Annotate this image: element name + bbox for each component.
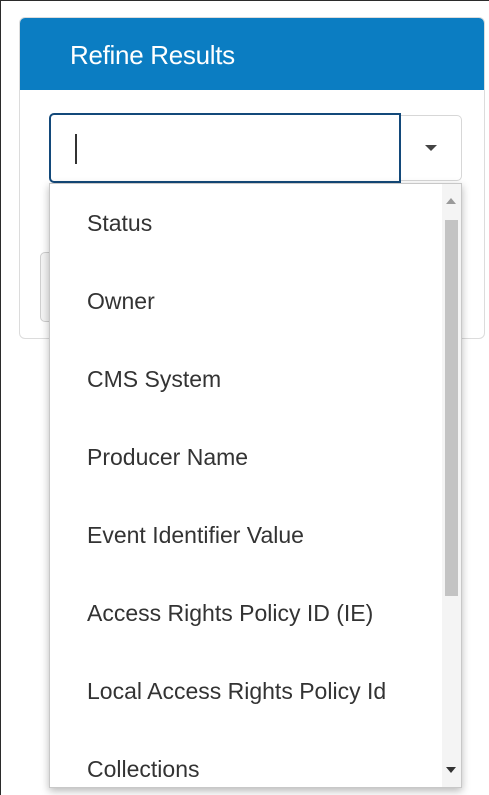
- option-status[interactable]: Status: [50, 184, 443, 262]
- option-event-identifier-value[interactable]: Event Identifier Value: [50, 496, 443, 574]
- dropdown-options-list: Status Owner CMS System Producer Name Ev…: [50, 184, 443, 787]
- scroll-up-arrow-icon[interactable]: [446, 198, 456, 204]
- scroll-down-arrow-icon[interactable]: [446, 767, 456, 773]
- dropdown-toggle-button[interactable]: [401, 115, 462, 181]
- refine-field-combobox[interactable]: [49, 113, 462, 183]
- refine-field-input[interactable]: [49, 113, 401, 183]
- dropdown-scrollbar[interactable]: [442, 184, 461, 787]
- panel-header: Refine Results: [20, 18, 484, 90]
- option-producer-name[interactable]: Producer Name: [50, 418, 443, 496]
- page-frame: Refine Results Status Owner CMS System P…: [0, 0, 489, 795]
- dropdown-menu: Status Owner CMS System Producer Name Ev…: [49, 183, 462, 788]
- option-cms-system[interactable]: CMS System: [50, 340, 443, 418]
- chevron-down-icon: [425, 145, 437, 151]
- text-cursor: [75, 134, 77, 164]
- option-access-rights-policy-id-ie[interactable]: Access Rights Policy ID (IE): [50, 574, 443, 652]
- scrollbar-thumb[interactable]: [445, 220, 458, 596]
- option-collections[interactable]: Collections: [50, 730, 443, 787]
- panel-title: Refine Results: [70, 40, 235, 70]
- option-owner[interactable]: Owner: [50, 262, 443, 340]
- option-local-access-rights-policy-id[interactable]: Local Access Rights Policy Id: [50, 652, 443, 730]
